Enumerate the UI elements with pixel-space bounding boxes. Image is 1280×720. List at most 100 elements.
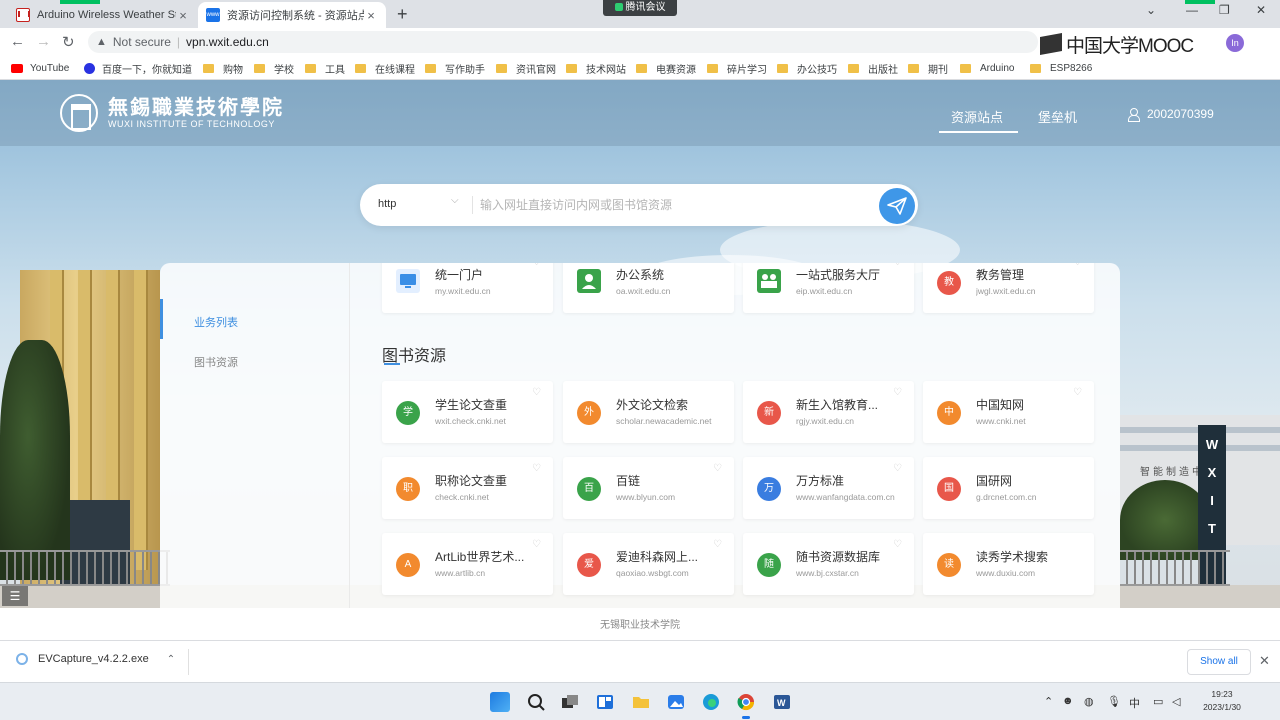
- bookmark-folder[interactable]: 学校: [254, 61, 294, 76]
- widgets-icon[interactable]: [595, 692, 615, 712]
- send-button[interactable]: [879, 188, 915, 224]
- page-viewport: 智能制造中心 WXIT 無錫職業技術學院 WUXI INSTITUTE OF T…: [0, 80, 1280, 640]
- favorite-icon[interactable]: ♡: [532, 539, 541, 550]
- tab-close-icon[interactable]: ×: [364, 8, 378, 23]
- chevron-down-icon[interactable]: ⌵: [451, 195, 459, 206]
- task-view-icon[interactable]: [560, 692, 580, 712]
- bookmark-folder[interactable]: 办公技巧: [777, 61, 837, 76]
- url-field[interactable]: ▲ Not secure | vpn.wxit.edu.cn: [88, 31, 1038, 53]
- resource-card[interactable]: 百 百链 www.blyun.com ♡: [563, 457, 734, 519]
- bookmark-folder[interactable]: 资讯官网: [496, 61, 556, 76]
- user-menu[interactable]: 2002070399: [1128, 107, 1214, 122]
- ime-indicator[interactable]: 中: [1129, 695, 1140, 711]
- resource-card[interactable]: 职 职称论文查重 check.cnki.net ♡: [382, 457, 553, 519]
- bookmark-folder[interactable]: 工具: [305, 61, 345, 76]
- reload-icon[interactable]: ↻: [62, 33, 75, 51]
- bookmark-folder[interactable]: 购物: [203, 61, 243, 76]
- app-tray-icon[interactable]: ☻: [1062, 695, 1074, 707]
- meeting-badge[interactable]: 腾讯会议: [603, 0, 677, 16]
- close-icon[interactable]: ✕: [1259, 653, 1270, 669]
- bookmark-folder[interactable]: 技术网站: [566, 61, 626, 76]
- tab-arduino[interactable]: Arduino Wireless Weather Sta ×: [8, 2, 198, 28]
- minimize-icon[interactable]: —: [1186, 3, 1198, 17]
- resource-card[interactable]: 学 学生论文查重 wxit.check.cnki.net ♡: [382, 381, 553, 443]
- favorite-icon[interactable]: ♡: [713, 539, 722, 550]
- sidebar-item-library[interactable]: 图书资源: [194, 354, 238, 370]
- resource-card[interactable]: 国 国研网 g.drcnet.com.cn: [923, 457, 1094, 519]
- gmail-icon: [16, 8, 30, 22]
- profile-avatar[interactable]: In: [1226, 34, 1244, 52]
- bookmark-folder[interactable]: 期刊: [908, 61, 948, 76]
- resource-card[interactable]: 读 读秀学术搜索 www.duxiu.com: [923, 533, 1094, 595]
- network-icon[interactable]: ▭: [1153, 695, 1163, 708]
- favorite-icon[interactable]: ♡: [532, 463, 541, 474]
- bookmark-youtube[interactable]: YouTube: [11, 61, 69, 75]
- tab-search-icon[interactable]: ⌄: [1146, 3, 1156, 17]
- show-all-button[interactable]: Show all: [1187, 649, 1251, 675]
- volume-icon[interactable]: ◁: [1172, 695, 1180, 708]
- word-icon[interactable]: W: [772, 692, 792, 712]
- search-icon[interactable]: [526, 692, 546, 712]
- menu-icon[interactable]: ☰: [2, 586, 28, 606]
- favorite-icon[interactable]: ♡: [1073, 263, 1082, 268]
- photos-icon[interactable]: [666, 692, 686, 712]
- favorite-icon[interactable]: ♡: [532, 387, 541, 398]
- bookmark-folder[interactable]: 在线课程: [355, 61, 415, 76]
- url-search-input[interactable]: [480, 194, 870, 216]
- resource-card[interactable]: 爱 爱迪科森网上... qaoxiao.wsbgt.com ♡: [563, 533, 734, 595]
- chrome-icon[interactable]: [736, 692, 756, 719]
- bookmark-baidu[interactable]: 百度一下，你就知道: [84, 61, 192, 76]
- bookmark-folder[interactable]: 出版社: [848, 61, 898, 76]
- school-logo[interactable]: 無錫職業技術學院 WUXI INSTITUTE OF TECHNOLOGY: [60, 94, 284, 132]
- forward-icon[interactable]: →: [36, 33, 51, 50]
- restore-icon[interactable]: ❐: [1219, 3, 1230, 17]
- resource-card[interactable]: 随 随书资源数据库 www.bj.cxstar.cn ♡: [743, 533, 914, 595]
- chevron-up-icon[interactable]: ⌃: [1044, 695, 1053, 708]
- bookmark-label: 技术网站: [586, 64, 626, 76]
- favorite-icon[interactable]: ♡: [713, 463, 722, 474]
- file-explorer-icon[interactable]: [631, 692, 651, 712]
- resource-card[interactable]: 外 外文论文检索 scholar.newacademic.net: [563, 381, 734, 443]
- mooc-watermark: 中国大学MOOC: [1040, 30, 1194, 58]
- chevron-up-icon[interactable]: ⌃: [167, 654, 175, 665]
- start-icon[interactable]: [490, 692, 510, 712]
- sidebar-item-business[interactable]: 业务列表: [194, 314, 238, 330]
- favorite-icon[interactable]: ♡: [893, 387, 902, 398]
- nav-resource-site[interactable]: 资源站点: [938, 107, 1019, 133]
- resource-card-service-hall[interactable]: 一站式服务大厅 eip.wxit.edu.cn ♡: [743, 263, 914, 313]
- resource-card[interactable]: 新 新生入馆教育... rgjy.wxit.edu.cn ♡: [743, 381, 914, 443]
- resource-name: 读秀学术搜索: [976, 550, 1049, 564]
- bookmark-folder[interactable]: Arduino: [960, 61, 1014, 75]
- tab-resource-site[interactable]: www 资源访问控制系统 - 资源站点 ×: [198, 2, 386, 28]
- resource-glyph-icon: 新: [757, 401, 781, 425]
- bookmark-folder[interactable]: 写作助手: [425, 61, 485, 76]
- bookmark-folder[interactable]: ESP8266: [1030, 61, 1092, 75]
- resource-card[interactable]: A ArtLib世界艺术... www.artlib.cn ♡: [382, 533, 553, 595]
- vpn-tray-icon[interactable]: ◍: [1084, 695, 1094, 708]
- resource-card-portal[interactable]: 统一门户 my.wxit.edu.cn ♡: [382, 263, 553, 313]
- favorite-icon[interactable]: ♡: [893, 463, 902, 474]
- favorite-icon[interactable]: ♡: [1073, 387, 1082, 398]
- back-icon[interactable]: ←: [10, 33, 25, 50]
- resource-card-oa[interactable]: 办公系统 oa.wxit.edu.cn: [563, 263, 734, 313]
- microphone-icon[interactable]: 🎙︎: [1107, 695, 1121, 708]
- favorite-icon[interactable]: ♡: [893, 539, 902, 550]
- nav-bastion-host[interactable]: 堡垒机: [1038, 107, 1077, 126]
- resource-domain: oa.wxit.edu.cn: [616, 286, 671, 296]
- resource-glyph-icon: 随: [757, 553, 781, 577]
- resource-card[interactable]: 万 万方标准 www.wanfangdata.com.cn ♡: [743, 457, 914, 519]
- resource-card[interactable]: 中 中国知网 www.cnki.net ♡: [923, 381, 1094, 443]
- favorite-icon[interactable]: ♡: [893, 263, 902, 268]
- new-tab-button[interactable]: +: [397, 4, 408, 25]
- edge-icon[interactable]: [701, 692, 721, 712]
- resource-card-academic[interactable]: 教 教务管理 jwgl.wxit.edu.cn ♡: [923, 263, 1094, 313]
- close-window-icon[interactable]: ✕: [1256, 3, 1266, 17]
- bookmark-folder[interactable]: 碎片学习: [707, 61, 767, 76]
- protocol-select[interactable]: http: [378, 198, 396, 210]
- favorite-icon[interactable]: ♡: [532, 263, 541, 268]
- bookmark-folder[interactable]: 电赛资源: [636, 61, 696, 76]
- download-item[interactable]: EVCapture_v4.2.2.exe ⌃: [16, 653, 175, 665]
- tab-close-icon[interactable]: ×: [176, 8, 190, 23]
- system-clock[interactable]: 19:23 2023/1/30: [1197, 688, 1247, 714]
- resource-name: 新生入馆教育...: [796, 398, 879, 412]
